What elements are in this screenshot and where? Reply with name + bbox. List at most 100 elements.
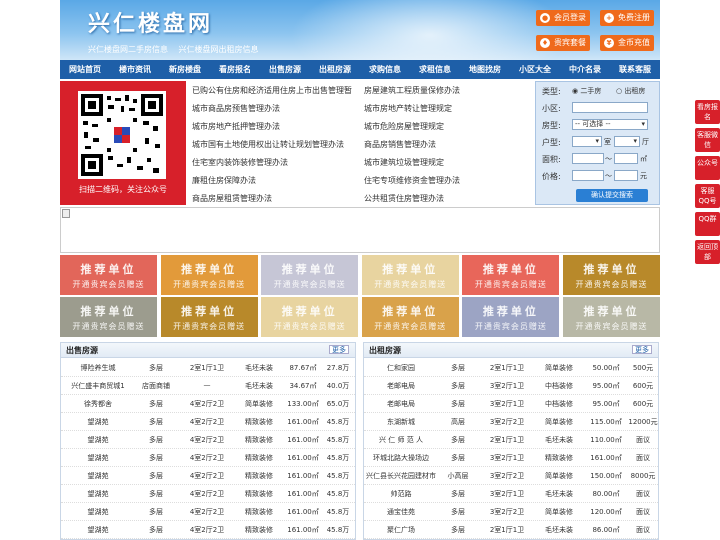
link-item[interactable]: 住宅专项维修资金管理办法 [364,175,460,186]
recommended-unit-ad[interactable]: 推荐单位 开通贵宾会员赠送 [160,255,258,295]
recommended-unit-ad[interactable]: 推荐单位 开通贵宾会员赠送 [563,297,660,337]
link-item[interactable]: 房屋建筑工程质量保修办法 [364,85,460,96]
nav-wanted-buy[interactable]: 求购信息 [360,60,410,79]
nav-viewing-signup[interactable]: 看房报名 [210,60,260,79]
table-row[interactable]: 兴仁盛丰商贸城1 店面商铺 — 毛坯未装 34.67㎡ 40.0万 [61,377,355,395]
table-row[interactable]: 徐秀都舍 多层 4室2厅2卫 简单装修 133.00㎡ 65.0万 [61,395,355,413]
sidebar-back-to-top[interactable]: 返回顶部 [695,240,720,264]
listing-name[interactable]: 徐秀都舍 [63,399,133,409]
link-item[interactable]: 商品房销售管理办法 [364,139,436,150]
nav-news[interactable]: 楼市资讯 [110,60,160,79]
register-button[interactable]: + 免费注册 [600,10,654,26]
table-row[interactable]: 望湖苑 多层 4室2厅2卫 精致装修 161.00㎡ 45.8万 [61,485,355,503]
nav-support[interactable]: 联系客服 [610,60,660,79]
listing-name[interactable]: 老邮电局 [366,381,436,391]
listing-name[interactable]: 望湖苑 [63,471,133,481]
room-select[interactable]: ▾ [572,136,602,147]
banner-ad[interactable] [60,207,660,253]
nav-for-rent[interactable]: 出租房源 [310,60,360,79]
table-row[interactable]: 聚仁广场 多层 2室1厅1卫 毛坯未装 86.00㎡ 面议 [364,521,658,539]
recommended-unit-ad[interactable]: 推荐单位 开通贵宾会员赠送 [462,297,560,337]
price-min-input[interactable] [572,170,604,181]
table-row[interactable]: 老邮电局 多层 3室2厅1卫 中档装修 95.00㎡ 600元 [364,395,658,413]
link-item[interactable]: 城市房地产转让管理规定 [364,103,452,114]
community-input[interactable] [572,102,648,113]
listing-name[interactable]: 环城北路大操场边 [366,453,436,463]
link-item[interactable]: 住宅室内装饰装修管理办法 [192,157,288,168]
listing-name[interactable]: 通宝佳苑 [366,507,436,517]
table-row[interactable]: 通宝佳苑 多层 3室2厅2卫 简单装修 120.00㎡ 面议 [364,503,658,521]
area-max-input[interactable] [614,153,638,164]
table-row[interactable]: 望湖苑 多层 4室2厅2卫 精致装修 161.00㎡ 45.8万 [61,467,355,485]
link-item[interactable]: 公共租赁住房管理办法 [364,193,444,204]
listing-name[interactable]: 望湖苑 [63,525,133,535]
recommended-unit-ad[interactable]: 推荐单位 开通贵宾会员赠送 [361,255,459,295]
listing-name[interactable]: 仁和家园 [366,363,436,373]
listing-name[interactable]: 博险养生城 [63,363,133,373]
table-row[interactable]: 望湖苑 多层 4室2厅2卫 精致装修 161.00㎡ 45.8万 [61,449,355,467]
recommended-unit-ad[interactable]: 推荐单位 开通贵宾会员赠送 [60,255,157,295]
sidebar-wechat[interactable]: 客服微信 [695,128,720,152]
sidebar-viewing-signup[interactable]: 看房报名 [695,100,720,124]
rent-more-button[interactable]: 更多 [632,345,652,354]
link-item[interactable]: 城市建筑垃圾管理规定 [364,157,444,168]
link-item[interactable]: 已购公有住房和经济适用住房上市出售管理暂 [192,85,352,96]
recommended-unit-ad[interactable]: 推荐单位 开通贵宾会员赠送 [160,297,258,337]
table-row[interactable]: 仁和家园 多层 2室1厅1卫 简单装修 50.00㎡ 500元 [364,359,658,377]
listing-name[interactable]: 兴仁盛丰商贸城1 [63,381,133,391]
table-row[interactable]: 老邮电局 多层 3室2厅1卫 中档装修 95.00㎡ 600元 [364,377,658,395]
sidebar-official-account[interactable]: 公众号 [695,156,720,180]
nav-agents[interactable]: 中介名录 [560,60,610,79]
coin-recharge-button[interactable]: ¥ 金币充值 [600,35,654,51]
table-row[interactable]: 东湖新城 高层 3室2厅2卫 简单装修 115.00㎡ 12000元 [364,413,658,431]
link-item[interactable]: 城市危险房屋管理规定 [364,121,444,132]
table-row[interactable]: 望湖苑 多层 4室2厅2卫 精致装修 161.00㎡ 45.8万 [61,503,355,521]
listing-name[interactable]: 兴仁县长兴花园建材市 [366,471,436,481]
listing-name[interactable]: 望湖苑 [63,453,133,463]
table-row[interactable]: 望湖苑 多层 4室2厅2卫 精致装修 161.00㎡ 45.8万 [61,431,355,449]
table-row[interactable]: 兴仁县长兴花园建材市 小高层 3室2厅2卫 简单装修 150.00㎡ 8000元 [364,467,658,485]
table-row[interactable]: 兴 仁 师 范 人 多层 2室1厅1卫 毛坯未装 110.00㎡ 面议 [364,431,658,449]
listing-name[interactable]: 望湖苑 [63,489,133,499]
listing-name[interactable]: 东湖新城 [366,417,436,427]
table-row[interactable]: 望湖苑 多层 4室2厅2卫 精致装修 161.00㎡ 45.8万 [61,521,355,539]
area-min-input[interactable] [572,153,604,164]
listing-name[interactable]: 望湖苑 [63,507,133,517]
table-row[interactable]: 博险养生城 多层 2室1厅1卫 毛坯未装 87.67㎡ 27.8万 [61,359,355,377]
site-logo-title[interactable]: 兴仁楼盘网 [88,6,213,38]
vip-package-button[interactable]: ♦ 贵宾套餐 [536,35,590,51]
link-item[interactable]: 商品房屋租赁管理办法 [192,193,272,204]
table-row[interactable]: 帅范路 多层 3室2厅1卫 毛坯未装 80.00㎡ 面议 [364,485,658,503]
search-submit-button[interactable]: 确认提交搜索 [576,189,648,202]
listing-name[interactable]: 望湖苑 [63,417,133,427]
listing-name[interactable]: 望湖苑 [63,435,133,445]
link-item[interactable]: 城市商品房预售管理办法 [192,103,280,114]
sidebar-qq-group[interactable]: QQ群 [695,212,720,236]
listing-name[interactable]: 兴 仁 师 范 人 [366,435,436,445]
recommended-unit-ad[interactable]: 推荐单位 开通贵宾会员赠送 [462,255,560,295]
recommended-unit-ad[interactable]: 推荐单位 开通贵宾会员赠送 [261,297,359,337]
listing-name[interactable]: 老邮电局 [366,399,436,409]
listing-name[interactable]: 帅范路 [366,489,436,499]
nav-wanted-rent[interactable]: 求租信息 [410,60,460,79]
table-row[interactable]: 望湖苑 多层 4室2厅2卫 精致装修 161.00㎡ 45.8万 [61,413,355,431]
nav-new-homes[interactable]: 新房楼盘 [160,60,210,79]
sale-more-button[interactable]: 更多 [329,345,349,354]
nav-map-search[interactable]: 地图找房 [460,60,510,79]
link-item[interactable]: 城市房地产抵押管理办法 [192,121,280,132]
nav-communities[interactable]: 小区大全 [510,60,560,79]
nav-for-sale[interactable]: 出售房源 [260,60,310,79]
property-select[interactable]: -- 可选择 -- ▾ [572,119,648,130]
type-radio-secondhand[interactable]: ◉ 二手房 [572,86,601,96]
type-radio-rental[interactable]: ○ 出租房 [616,86,645,96]
recommended-unit-ad[interactable]: 推荐单位 开通贵宾会员赠送 [261,255,359,295]
sidebar-qq[interactable]: 客服QQ号 [695,184,720,208]
recommended-unit-ad[interactable]: 推荐单位 开通贵宾会员赠送 [563,255,660,295]
nav-home[interactable]: 网站首页 [60,60,110,79]
recommended-unit-ad[interactable]: 推荐单位 开通贵宾会员赠送 [361,297,459,337]
hall-select[interactable]: ▾ [614,136,640,147]
recommended-unit-ad[interactable]: 推荐单位 开通贵宾会员赠送 [60,297,157,337]
login-button[interactable]: ● 会员登录 [536,10,590,26]
price-max-input[interactable] [614,170,638,181]
listing-name[interactable]: 聚仁广场 [366,525,436,535]
